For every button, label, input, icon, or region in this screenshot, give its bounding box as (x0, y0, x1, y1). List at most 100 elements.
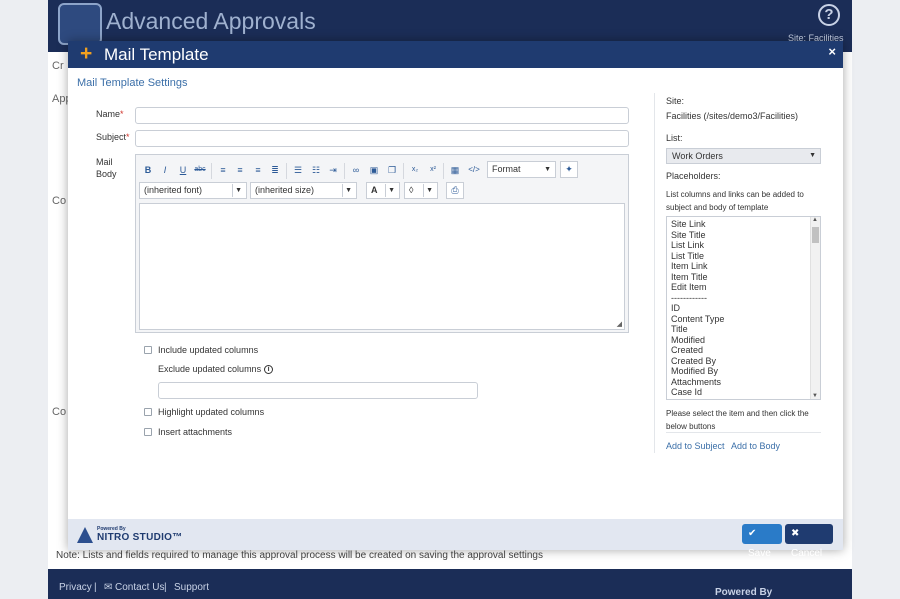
placeholder-item[interactable]: ------------ (671, 293, 811, 304)
placeholder-item[interactable]: Modified By (671, 366, 811, 377)
print-icon[interactable]: ⎙ (446, 182, 464, 199)
toolbar-divider (403, 163, 404, 179)
placeholders-label: Placeholders: (666, 171, 721, 181)
listbox-scrollbar[interactable]: ▲ ▼ (810, 217, 820, 399)
format-select[interactable]: Format ▼ (487, 161, 556, 178)
close-icon[interactable]: × (828, 44, 836, 59)
placeholder-item[interactable]: Site Title (671, 230, 811, 241)
toolbar-divider (211, 163, 212, 179)
rich-text-editor: B I U abc ≡ ≡ ≡ ≣ ☰ ☷ ⇥ ∞ ▣ ❐ x₂ x² ▦ </… (135, 154, 629, 333)
add-to-subject-link[interactable]: Add to Subject (666, 441, 725, 451)
insert-attachments-label: Insert attachments (158, 427, 233, 437)
info-icon[interactable]: i (264, 365, 274, 375)
mail-body-label: Mail Body (96, 157, 117, 179)
site-value: Facilities (/sites/demo3/Facilities) (666, 111, 799, 121)
save-button[interactable]: ✔ Save (742, 524, 782, 559)
placeholder-item[interactable]: Modified (671, 335, 811, 346)
paste-icon[interactable]: ❐ (385, 163, 399, 177)
help-icon[interactable]: ? (818, 4, 840, 26)
mail-body-editor[interactable]: ◢ (139, 203, 625, 330)
resize-handle-icon[interactable]: ◢ (617, 320, 622, 328)
superscript-icon[interactable]: x² (426, 163, 440, 177)
section-fragment-1: Co (52, 195, 67, 207)
subject-input[interactable] (135, 130, 629, 147)
page-heading-fragment: Cr (52, 60, 64, 72)
placeholder-item[interactable]: List Title (671, 251, 811, 262)
check-icon: ✔ (748, 528, 757, 539)
align-left-icon[interactable]: ≡ (216, 163, 230, 177)
source-code-icon[interactable]: </> (467, 163, 481, 177)
mail-template-dialog: + Mail Template × Mail Template Settings… (68, 41, 843, 559)
toolbar-divider (344, 163, 345, 179)
placeholder-item[interactable]: Item Title (671, 272, 811, 283)
font-color-select[interactable]: A ▼ (366, 182, 400, 199)
select-hint: Please select the item and then click th… (666, 409, 809, 431)
droplet-icon: ◊ (409, 185, 414, 195)
align-right-icon[interactable]: ≡ (251, 163, 265, 177)
placeholder-item[interactable]: ID (671, 303, 811, 314)
name-label: Name* (96, 109, 124, 119)
bold-icon[interactable]: B (141, 163, 155, 177)
placeholder-item[interactable]: Attachments (671, 377, 811, 388)
placeholder-item[interactable]: Title (671, 324, 811, 335)
name-input[interactable] (135, 107, 629, 124)
scroll-thumb[interactable] (812, 227, 819, 243)
toolbar-divider (286, 163, 287, 179)
placeholders-hint: List columns and links can be added to s… (666, 190, 804, 212)
app-title: Advanced Approvals (106, 8, 316, 34)
placeholder-item[interactable]: Created (671, 345, 811, 356)
plus-icon: + (80, 42, 93, 65)
privacy-link[interactable]: Privacy (59, 582, 92, 593)
italic-icon[interactable]: I (158, 163, 172, 177)
scroll-down-icon[interactable]: ▼ (812, 393, 818, 399)
font-size-select[interactable]: (inherited size) ▼ (250, 182, 357, 199)
mail-icon: ✉ (104, 582, 113, 593)
font-family-select[interactable]: (inherited font) ▼ (139, 182, 247, 199)
subscript-icon[interactable]: x₂ (408, 163, 422, 177)
nitro-logo-icon (77, 527, 93, 543)
image-icon[interactable]: ▣ (367, 163, 381, 177)
app-logo-icon (58, 3, 102, 45)
placeholder-item[interactable]: Created By (671, 356, 811, 367)
placeholders-listbox[interactable]: Site Link Site Title List Link List Title It… (666, 216, 821, 400)
placeholder-item[interactable]: A... (671, 398, 811, 400)
scroll-up-icon[interactable]: ▲ (812, 217, 818, 223)
bulleted-list-icon[interactable]: ☰ (291, 163, 305, 177)
exclude-updated-input[interactable] (158, 382, 478, 399)
list-label: List: (666, 133, 683, 143)
background-color-select[interactable]: ◊ ▼ (404, 182, 438, 199)
include-updated-checkbox[interactable] (144, 346, 152, 354)
align-center-icon[interactable]: ≡ (233, 163, 247, 177)
indent-icon[interactable]: ⇥ (326, 163, 340, 177)
placeholder-item[interactable]: List Link (671, 240, 811, 251)
nitro-studio-logo: Powered By NITRO STUDIO™ (77, 526, 187, 544)
footer-separator: | (94, 582, 97, 593)
page-backdrop-left (0, 0, 48, 599)
underline-icon[interactable]: U (176, 163, 190, 177)
cancel-button[interactable]: ✖ Cancel (785, 524, 833, 559)
footer-separator: | (164, 582, 167, 593)
add-to-body-link[interactable]: Add to Body (731, 441, 780, 451)
x-icon: ✖ (791, 528, 800, 539)
section-fragment-2: Co (52, 406, 67, 418)
table-icon[interactable]: ▦ (448, 163, 462, 177)
placeholder-item[interactable]: Item Link (671, 261, 811, 272)
placeholder-item[interactable]: Content Type (671, 314, 811, 325)
dialog-title: Mail Template (104, 45, 209, 64)
dialog-footer: Powered By NITRO STUDIO™ ✔ Save ✖ Cancel (68, 519, 843, 559)
clear-format-icon[interactable]: ✦ (560, 161, 578, 178)
placeholder-panel: Site: Facilities (/sites/demo3/Facilitie… (654, 93, 821, 453)
strikethrough-icon[interactable]: abc (193, 163, 207, 177)
placeholder-item[interactable]: Site Link (671, 219, 811, 230)
support-link[interactable]: Support (174, 582, 209, 593)
placeholder-item[interactable]: Edit Item (671, 282, 811, 293)
highlight-updated-checkbox[interactable] (144, 408, 152, 416)
align-justify-icon[interactable]: ≣ (268, 163, 282, 177)
list-select[interactable]: Work Orders ▼ (666, 148, 821, 164)
subject-label: Subject* (96, 132, 130, 142)
contact-us-link[interactable]: Contact Us (115, 582, 164, 593)
insert-attachments-checkbox[interactable] (144, 428, 152, 436)
link-icon[interactable]: ∞ (349, 163, 363, 177)
placeholder-item[interactable]: Case Id (671, 387, 811, 398)
numbered-list-icon[interactable]: ☷ (309, 163, 323, 177)
